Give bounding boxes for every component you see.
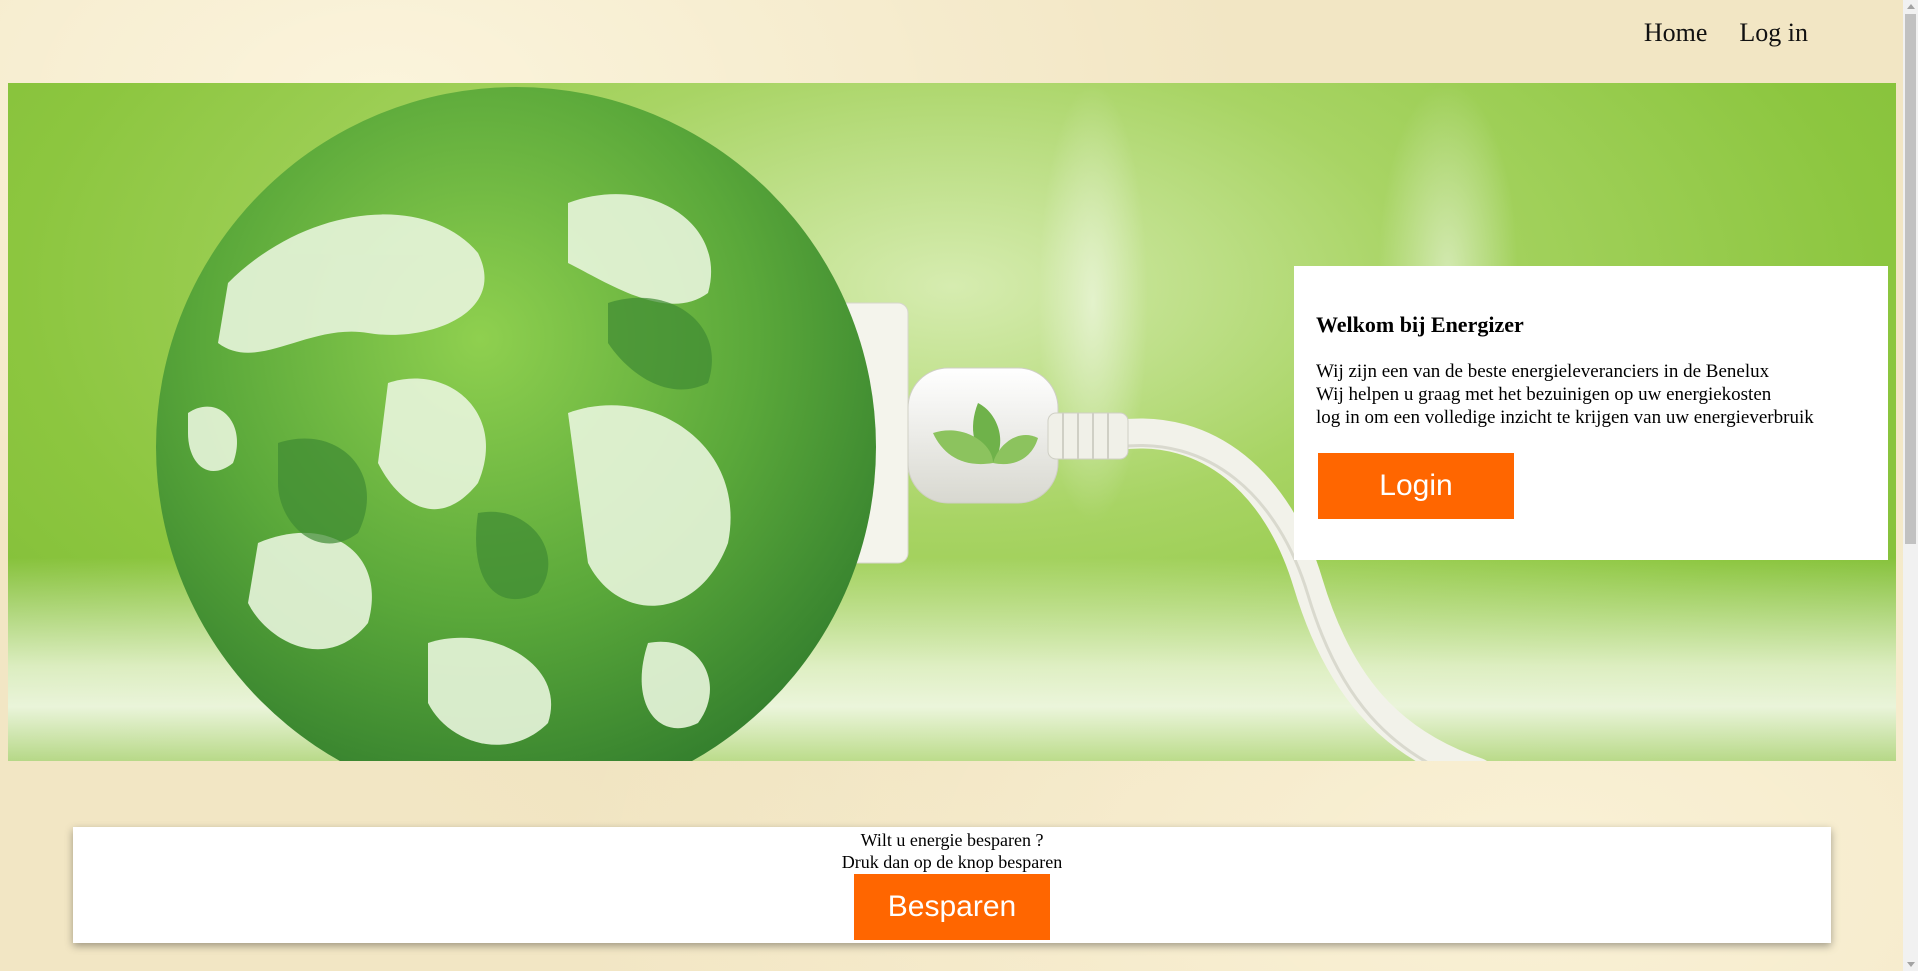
scroll-thumb[interactable]: [1905, 14, 1916, 544]
savings-box: Wilt u energie besparen ? Druk dan op de…: [73, 827, 1831, 943]
welcome-title: Welkom bij Energizer: [1316, 312, 1524, 337]
top-nav: Home Log in: [1644, 18, 1808, 48]
hero-banner: Welkom bij Energizer Wij zijn een van de…: [8, 83, 1896, 761]
welcome-line-2: Wij helpen u graag met het bezuinigen op…: [1316, 384, 1772, 405]
login-button[interactable]: Login: [1318, 453, 1514, 519]
welcome-card: Welkom bij Energizer Wij zijn een van de…: [1294, 266, 1888, 560]
savings-question: Wilt u energie besparen ?: [860, 830, 1044, 850]
welcome-line-1: Wij zijn een van de beste energieleveran…: [1316, 361, 1770, 382]
page-scrollbar[interactable]: [1903, 0, 1918, 971]
savings-instruction: Druk dan op de knop besparen: [841, 852, 1063, 872]
scroll-down-icon[interactable]: [1907, 962, 1915, 967]
welcome-line-3: log in om een volledige inzicht te krijg…: [1316, 407, 1814, 428]
nav-login-link[interactable]: Log in: [1739, 18, 1808, 48]
nav-home-link[interactable]: Home: [1644, 18, 1708, 48]
scroll-up-icon[interactable]: [1907, 4, 1915, 9]
besparen-button[interactable]: Besparen: [854, 874, 1050, 940]
